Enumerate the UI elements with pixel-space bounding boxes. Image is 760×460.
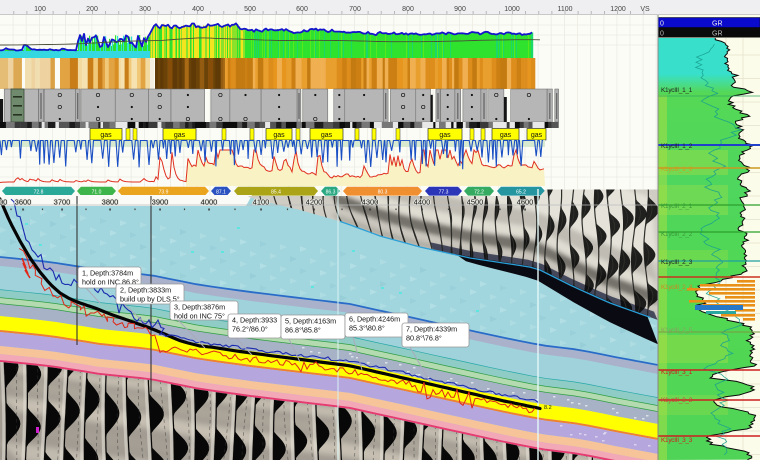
svg-text:1200: 1200: [610, 6, 626, 13]
svg-text:0: 0: [660, 21, 664, 28]
svg-text:K1ycIII_2_4: K1ycIII_2_4: [661, 284, 693, 291]
svg-text:85.4: 85.4: [271, 190, 281, 196]
svg-text:1000: 1000: [504, 6, 520, 13]
svg-text:K1ycIII_1_1: K1ycIII_1_1: [661, 87, 693, 94]
svg-text:200: 200: [86, 6, 98, 13]
svg-text:86.8°\85.8°: 86.8°\85.8°: [285, 326, 321, 335]
svg-text:80.8°\76.8°: 80.8°\76.8°: [406, 334, 442, 343]
svg-text:77.3: 77.3: [439, 190, 449, 196]
svg-text:gas: gas: [531, 132, 543, 139]
svg-text:gas: gas: [100, 132, 112, 139]
svg-text:gas: gas: [273, 132, 285, 139]
svg-text:85.3°\80.8°: 85.3°\80.8°: [349, 324, 385, 333]
svg-text:800: 800: [402, 6, 414, 13]
svg-text:K1ycIII_3_2: K1ycIII_3_2: [661, 397, 693, 404]
svg-text:K1ycIII_1_2: K1ycIII_1_2: [661, 143, 693, 150]
svg-text:8.2: 8.2: [544, 405, 552, 411]
svg-text:65.2: 65.2: [516, 190, 526, 196]
svg-text:72.8: 72.8: [34, 190, 44, 196]
svg-text:4, Depth:3933: 4, Depth:3933: [232, 316, 277, 325]
svg-text:3, Depth:3876m: 3, Depth:3876m: [174, 303, 225, 312]
svg-text:hold on INC 75°: hold on INC 75°: [174, 312, 225, 321]
svg-text:80.3: 80.3: [378, 190, 388, 196]
svg-text:gas: gas: [321, 132, 333, 139]
svg-text:73.9: 73.9: [159, 190, 169, 196]
svg-text:0: 0: [660, 31, 664, 38]
svg-text:K1ycIII_3_1: K1ycIII_3_1: [661, 369, 693, 376]
svg-text:71.0: 71.0: [92, 190, 102, 196]
svg-text:400: 400: [192, 6, 204, 13]
svg-text:gas: gas: [174, 132, 186, 139]
svg-text:6, Depth:4246m: 6, Depth:4246m: [349, 315, 400, 324]
svg-text:72.2: 72.2: [474, 190, 484, 196]
svg-text:1, Depth:3784m: 1, Depth:3784m: [82, 269, 133, 278]
svg-text:K1ycIII_2_5: K1ycIII_2_5: [661, 327, 693, 334]
svg-text:5, Depth:4163m: 5, Depth:4163m: [285, 317, 336, 326]
svg-text:600: 600: [296, 6, 308, 13]
svg-text:87.1: 87.1: [216, 190, 226, 196]
svg-text:K1ycIII_3_3: K1ycIII_3_3: [661, 437, 693, 444]
svg-text:K1ycIII_2_3: K1ycIII_2_3: [661, 259, 693, 266]
svg-text:VS: VS: [640, 6, 650, 13]
svg-text:gas: gas: [500, 132, 512, 139]
svg-text:GR: GR: [712, 21, 723, 28]
svg-text:86.3: 86.3: [326, 190, 336, 196]
svg-text:K1ycIII_2_2: K1ycIII_2_2: [661, 231, 693, 238]
svg-text:76.2°/86.0°: 76.2°/86.0°: [232, 325, 268, 334]
svg-text:7, Depth:4339m: 7, Depth:4339m: [406, 325, 457, 334]
svg-text:K1ycIII_2_1: K1ycIII_2_1: [661, 203, 693, 210]
svg-text:GR: GR: [712, 31, 723, 38]
svg-text:K1ycIII_1_3: K1ycIII_1_3: [661, 166, 693, 173]
svg-text:2, Depth:3833m: 2, Depth:3833m: [120, 286, 171, 295]
svg-text:gas: gas: [439, 132, 451, 139]
